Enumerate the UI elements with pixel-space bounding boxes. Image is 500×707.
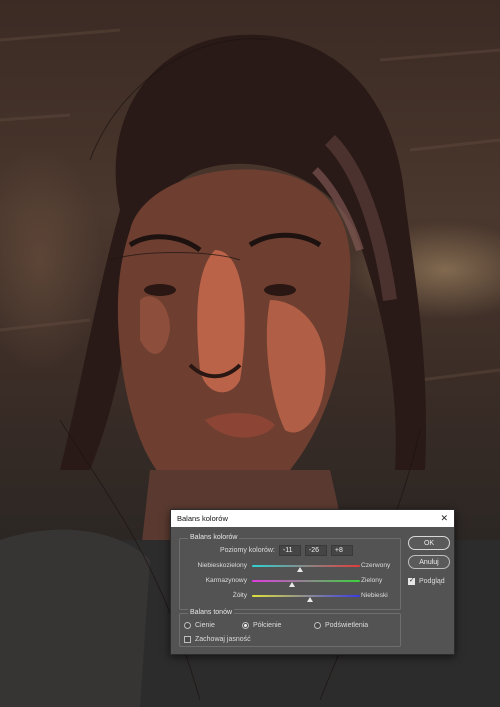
tone-option-label: Podświetlenia [325,622,369,629]
slider-label-left: Niebieskozielony [197,562,247,569]
cancel-button[interactable]: Anuluj [408,555,450,569]
tone-option-shadows[interactable]: Cienie [184,622,215,629]
slider-track[interactable] [252,580,360,582]
slider-label-right: Czerwony [361,562,391,569]
slider-thumb-icon[interactable] [288,582,295,587]
slider-label-right: Zielony [361,577,383,584]
checkbox-icon[interactable] [408,576,415,585]
radio-icon[interactable] [184,622,191,629]
slider-thumb-icon[interactable] [307,597,314,602]
slider-track[interactable] [252,595,360,597]
radio-icon[interactable] [314,622,321,629]
close-icon[interactable]: ✕ [440,514,448,523]
level-magenta-green-input[interactable]: -26 [304,545,327,556]
color-levels-row: Poziomy kolorów: -11 -26 +8 [220,545,353,556]
dialog-title: Balans kolorów [177,514,228,523]
tone-balance-group-title: Balans tonów [188,609,235,616]
slider-label-right: Niebieski [361,592,388,599]
slider-track[interactable] [252,565,360,567]
slider-yellow-blue[interactable]: Żółty Niebieski [180,591,402,603]
tone-balance-group: Balans tonów Cienie Półcienie Podświetle… [179,609,401,647]
slider-label-left: Karmazynowy [205,577,247,584]
tone-option-label: Cienie [195,622,215,629]
preserve-luminosity-label: Zachowaj jasność [195,636,251,643]
slider-magenta-green[interactable]: Karmazynowy Zielony [180,576,402,588]
slider-label-left: Żółty [232,592,247,599]
preview-label: Podgląd [419,578,445,585]
tone-option-highlights[interactable]: Podświetlenia [314,622,368,629]
color-levels-label: Poziomy kolorów: [220,547,275,554]
radio-icon[interactable] [242,622,249,629]
checkbox-icon[interactable] [184,636,191,643]
tone-option-midtones[interactable]: Półcienie [242,622,281,629]
preserve-luminosity-checkbox[interactable]: Zachowaj jasność [184,636,251,643]
color-balance-dialog[interactable]: Balans kolorów ✕ Balans kolorów Poziomy … [170,509,455,655]
dialog-titlebar[interactable]: Balans kolorów ✕ [171,510,454,527]
tone-option-label: Półcienie [253,622,282,629]
level-yellow-blue-input[interactable]: +8 [330,545,353,556]
slider-cyan-red[interactable]: Niebieskozielony Czerwony [180,561,402,573]
color-balance-group: Balans kolorów Poziomy kolorów: -11 -26 … [179,534,402,610]
preview-checkbox[interactable]: Podgląd [408,576,445,585]
level-cyan-red-input[interactable]: -11 [278,545,301,556]
color-balance-group-title: Balans kolorów [188,534,240,541]
ok-button[interactable]: OK [408,536,450,550]
slider-thumb-icon[interactable] [297,567,304,572]
